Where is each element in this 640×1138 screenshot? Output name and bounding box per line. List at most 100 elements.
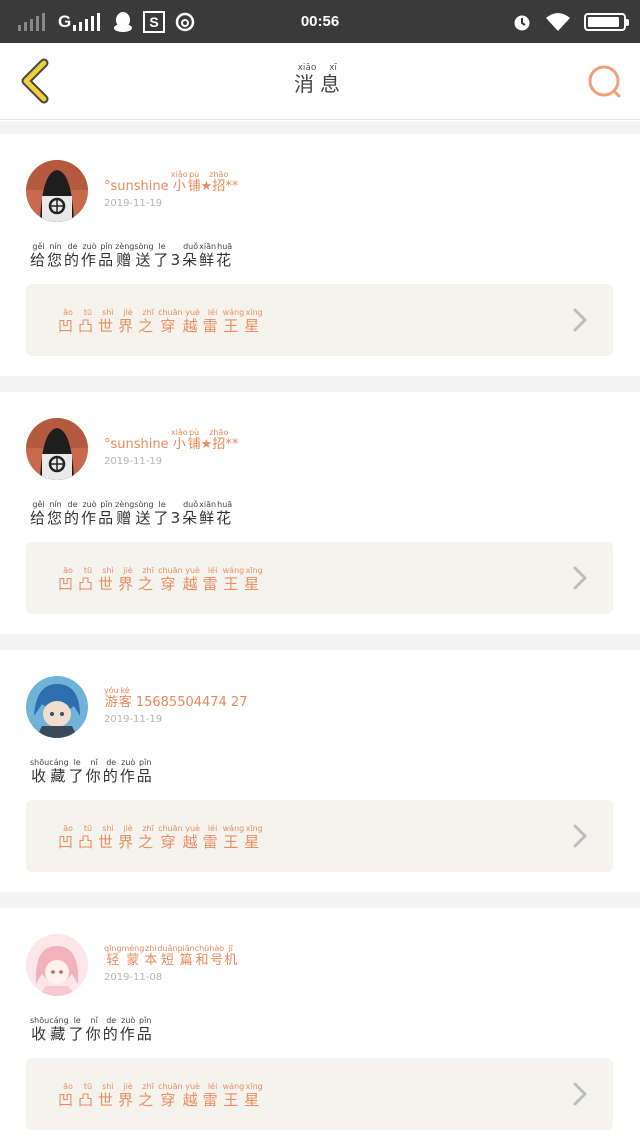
ruby-char: 的de: [102, 758, 120, 785]
ruby-char: 界jiè: [118, 566, 139, 593]
wifi-icon: [546, 12, 570, 31]
ruby-char: 界jiè: [118, 308, 139, 335]
chevron-right-icon: [573, 566, 587, 590]
ruby-char: 作zuò: [81, 500, 99, 527]
ruby-char: 雷léi: [202, 824, 223, 851]
ruby-char: 星xīng: [244, 1082, 265, 1109]
chevron-right-icon: [573, 1082, 587, 1106]
ruby-char: 朵duǒ: [182, 500, 200, 527]
alarm-icon: [514, 15, 530, 30]
ruby-char: 穿chuān: [158, 308, 183, 335]
ruby-char: 消xiāo: [294, 63, 320, 96]
ruby-char: 花huā: [216, 500, 234, 527]
ruby-char: 了le: [153, 500, 171, 527]
list-top-gap: [0, 121, 640, 134]
ruby-char: 的de: [102, 1016, 120, 1043]
ruby-char: 篇piān: [177, 944, 195, 968]
ruby-char: 小xiǎo: [170, 170, 188, 194]
user-avatar[interactable]: [26, 676, 88, 738]
ruby-char: 世shì: [98, 824, 119, 851]
username-prefix: °sunshine: [104, 179, 173, 194]
user-avatar[interactable]: [26, 160, 88, 222]
message-date: 2019-11-19: [104, 198, 163, 209]
plain-char: 3: [170, 509, 183, 527]
ruby-char: 的de: [64, 242, 82, 269]
ruby-char: 星xīng: [244, 566, 265, 593]
message-date: 2019-11-19: [104, 714, 163, 725]
user-avatar[interactable]: [26, 418, 88, 480]
ruby-char: 藏cáng: [49, 758, 69, 785]
ruby-char: 之zhī: [138, 824, 159, 851]
ruby-char: 短duǎn: [157, 944, 178, 968]
ruby-char: 送sòng: [134, 500, 154, 527]
ruby-char: 赠zèng: [115, 242, 135, 269]
message-card-1: °sunshine 小xiǎo铺pù★招zhāo** 2019-11-19 给g…: [0, 134, 640, 376]
ruby-char: 了le: [68, 758, 86, 785]
username[interactable]: 轻qīng蒙méng本zhì短duǎn篇piān和chū号hào机jī: [104, 944, 237, 968]
work-link[interactable]: 凹āo凸tū世shì界jiè之zhī穿chuān越yuè雷léi王wáng星xī…: [26, 284, 613, 356]
ruby-char: 王wáng: [222, 824, 245, 851]
ruby-char: 雷léi: [202, 308, 223, 335]
ruby-char: 凸tū: [78, 1082, 99, 1109]
ruby-char: 越yuè: [182, 1082, 203, 1109]
work-link[interactable]: 凹āo凸tū世shì界jiè之zhī穿chuān越yuè雷léi王wáng星xī…: [26, 1058, 613, 1130]
ruby-char: 作zuò: [119, 758, 137, 785]
ruby-char: 作zuò: [119, 1016, 137, 1043]
message-card-3: 游yóu客kè 15685504474 27 2019-11-19 收shōu藏…: [0, 650, 640, 892]
message-text: 收shōu藏cáng了le你nǐ的de作zuò品pǐn: [30, 1016, 154, 1044]
ruby-char: 铺pù: [187, 170, 201, 194]
ruby-char: 世shì: [98, 1082, 119, 1109]
ruby-char: 品pǐn: [136, 758, 154, 785]
header-bar: 消xiāo息xī: [0, 43, 640, 120]
ruby-char: 你nǐ: [85, 1016, 103, 1043]
message-card-4: 轻qīng蒙méng本zhì短duǎn篇piān和chū号hào机jī 2019…: [0, 908, 640, 1138]
status-right-icons: [512, 0, 629, 43]
ruby-char: 王wáng: [222, 1082, 245, 1109]
ruby-char: 机jī: [224, 944, 238, 968]
username-text: 轻qīng蒙méng本zhì短duǎn篇piān和chū号hào机jī: [104, 944, 238, 968]
ruby-char: 息xī: [320, 63, 346, 96]
work-title: 凹āo凸tū世shì界jiè之zhī穿chuān越yuè雷léi王wáng星xī…: [58, 308, 264, 336]
ruby-char: 凸tū: [78, 824, 99, 851]
message-text: 给gěi您nín的de作zuò品pǐn赠zèng送sòng了le3朵duǒ鲜xi…: [30, 500, 233, 528]
search-button[interactable]: [586, 63, 624, 101]
ruby-char: 花huā: [216, 242, 234, 269]
username[interactable]: 游yóu客kè 15685504474 27: [104, 686, 248, 710]
status-bar: G S 00:56: [0, 0, 640, 43]
ruby-char: 招zhāo: [209, 170, 229, 194]
user-avatar[interactable]: [26, 934, 88, 996]
plain-char: 15685504474 27: [131, 695, 248, 710]
ruby-char: 您nín: [47, 500, 65, 527]
ruby-char: 给gěi: [30, 242, 48, 269]
work-link[interactable]: 凹āo凸tū世shì界jiè之zhī穿chuān越yuè雷léi王wáng星xī…: [26, 800, 613, 872]
battery-icon: [584, 12, 629, 31]
ruby-char: 界jiè: [118, 1082, 139, 1109]
work-title: 凹āo凸tū世shì界jiè之zhī穿chuān越yuè雷léi王wáng星xī…: [58, 566, 264, 594]
ruby-char: 星xīng: [244, 824, 265, 851]
message-card-2: °sunshine 小xiǎo铺pù★招zhāo** 2019-11-19 给g…: [0, 392, 640, 634]
search-icon: [588, 65, 621, 98]
page-title: 消xiāo息xī: [294, 63, 346, 96]
message-date: 2019-11-19: [104, 456, 163, 467]
ruby-char: 您nín: [47, 242, 65, 269]
avatar-dark-hair-icon: [26, 418, 88, 480]
ruby-char: 了le: [153, 242, 171, 269]
ruby-char: 本zhì: [144, 944, 158, 968]
ruby-char: 凹āo: [58, 566, 79, 593]
ruby-char: 凹āo: [58, 1082, 79, 1109]
username[interactable]: °sunshine 小xiǎo铺pù★招zhāo**: [104, 428, 238, 452]
plain-char: **: [225, 437, 239, 452]
chevron-right-icon: [573, 824, 587, 848]
avatar-pink-hair-icon: [26, 934, 88, 996]
message-list[interactable]: °sunshine 小xiǎo铺pù★招zhāo** 2019-11-19 给g…: [0, 121, 640, 1138]
chevron-right-icon: [573, 308, 587, 332]
work-link[interactable]: 凹āo凸tū世shì界jiè之zhī穿chuān越yuè雷léi王wáng星xī…: [26, 542, 613, 614]
username[interactable]: °sunshine 小xiǎo铺pù★招zhāo**: [104, 170, 238, 194]
ruby-char: 鲜xiān: [199, 500, 217, 527]
page-title-wrap: 消xiāo息xī: [0, 63, 640, 97]
card-separator: [0, 376, 640, 392]
ruby-char: 之zhī: [138, 566, 159, 593]
username-prefix: °sunshine: [104, 437, 173, 452]
ruby-char: 小xiǎo: [170, 428, 188, 452]
ruby-char: 品pǐn: [98, 242, 116, 269]
